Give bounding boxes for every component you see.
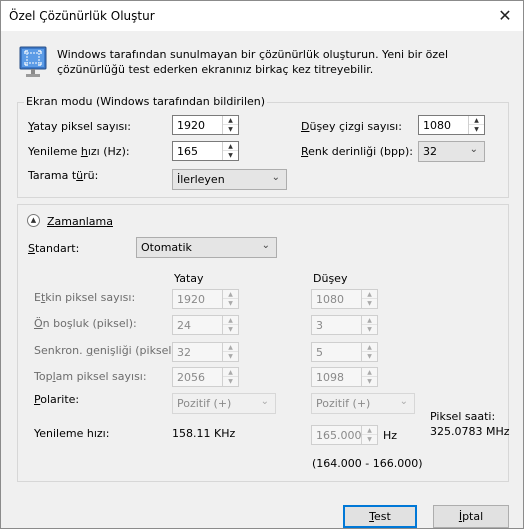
timing-refresh-h-value: 158.11 KHz [172,427,236,440]
horizontal-pixels-value[interactable]: 1920 [177,119,205,132]
stepper-down-icon[interactable]: ▼ [362,325,377,334]
stepper-down-icon[interactable]: ▼ [362,299,377,308]
display-mode-group-title: Ekran modu (Windows tarafından bildirile… [24,95,268,108]
stepper-down-icon[interactable]: ▼ [362,352,377,361]
stepper-up-icon[interactable]: ▲ [223,368,238,377]
dialog-window: Özel Çözünürlük Oluştur ✕ Windows tarafı… [0,0,524,529]
vertical-lines-value[interactable]: 1080 [423,119,451,132]
polarity-h-select[interactable]: Pozitif (+) ⌄ [172,393,276,414]
stepper-up-icon[interactable]: ▲ [223,116,238,125]
stepper-up-icon[interactable]: ▲ [223,343,238,352]
stepper-up-icon[interactable]: ▲ [469,116,484,125]
refresh-rate-value[interactable]: 165 [177,145,198,158]
stepper-down-icon[interactable]: ▼ [362,435,377,444]
stepper-down-icon[interactable]: ▼ [223,151,238,160]
stepper-down-icon[interactable]: ▼ [223,377,238,386]
front-porch-v-stepper[interactable]: 3 ▲ ▼ [311,315,378,335]
stepper-up-icon[interactable]: ▲ [362,368,377,377]
stepper-up-icon[interactable]: ▲ [223,142,238,151]
timing-refresh-v-value[interactable]: 165.000 [316,429,362,442]
stepper-down-icon[interactable]: ▼ [223,352,238,361]
polarity-label: Polarite: [34,393,80,406]
front-porch-h-value[interactable]: 24 [177,319,191,332]
timing-refresh-unit: Hz [383,429,398,442]
active-pixels-label: Etkin piksel sayısı: [34,291,136,304]
active-pixels-v-stepper[interactable]: 1080 ▲ ▼ [311,289,378,309]
cancel-button[interactable]: İptal [433,505,509,528]
sync-width-h-value[interactable]: 32 [177,346,191,359]
standard-select[interactable]: Otomatik ⌄ [136,237,277,258]
monitor-icon [19,46,47,77]
stepper-down-icon[interactable]: ▼ [362,377,377,386]
pixel-clock-label: Piksel saati: [430,410,496,423]
total-pixels-h-stepper[interactable]: 2056 ▲ ▼ [172,367,239,387]
color-depth-label: Renk derinliği (bpp): [301,145,413,158]
chevron-down-icon[interactable]: ⌄ [470,144,478,155]
active-pixels-h-stepper[interactable]: 1920 ▲ ▼ [172,289,239,309]
stepper-up-icon[interactable]: ▲ [362,343,377,352]
active-pixels-h-value[interactable]: 1920 [177,293,205,306]
stepper-up-icon[interactable]: ▲ [223,290,238,299]
total-pixels-v-value[interactable]: 1098 [316,371,344,384]
stepper-down-icon[interactable]: ▼ [223,125,238,134]
total-pixels-v-stepper[interactable]: 1098 ▲ ▼ [311,367,378,387]
polarity-v-select[interactable]: Pozitif (+) ⌄ [311,393,415,414]
title-bar: Özel Çözünürlük Oluştur ✕ [1,1,523,31]
pixel-clock-value: 325.0783 MHz [430,425,510,438]
chevron-down-icon[interactable]: ⌄ [262,240,270,251]
close-icon[interactable]: ✕ [493,4,517,28]
vertical-lines-label: Düşey çizgi sayısı: [301,120,402,133]
scan-type-value[interactable]: İlerleyen [177,173,225,186]
total-pixels-h-value[interactable]: 2056 [177,371,205,384]
horizontal-pixels-stepper[interactable]: 1920 ▲ ▼ [172,115,239,135]
polarity-v-value[interactable]: Pozitif (+) [316,397,370,410]
refresh-rate-label: Yenileme hızı (Hz): [28,145,130,158]
timing-refresh-label: Yenileme hızı: [34,427,110,440]
chevron-down-icon[interactable]: ⌄ [272,172,280,183]
sync-width-v-stepper[interactable]: 5 ▲ ▼ [311,342,378,362]
stepper-down-icon[interactable]: ▼ [223,299,238,308]
stepper-up-icon[interactable]: ▲ [362,426,377,435]
scan-type-label: Tarama türü: [28,169,99,182]
refresh-rate-stepper[interactable]: 165 ▲ ▼ [172,141,239,161]
stepper-down-icon[interactable]: ▼ [223,325,238,334]
color-depth-select[interactable]: 32 ⌄ [418,141,485,162]
collapse-icon[interactable]: ▲ [27,214,40,227]
vertical-lines-stepper[interactable]: 1080 ▲ ▼ [418,115,485,135]
sync-width-v-value[interactable]: 5 [316,346,323,359]
chevron-down-icon[interactable]: ⌄ [261,396,269,407]
timing-refresh-range: (164.000 - 166.000) [312,457,423,470]
color-depth-value[interactable]: 32 [423,145,437,158]
test-button[interactable]: Test [343,505,417,528]
front-porch-v-value[interactable]: 3 [316,319,323,332]
stepper-down-icon[interactable]: ▼ [469,125,484,134]
stepper-up-icon[interactable]: ▲ [223,316,238,325]
standard-value[interactable]: Otomatik [141,241,192,254]
standard-label: Standart: [28,242,80,255]
column-header-vertical: Düşey [313,272,348,285]
total-pixels-label: Toplam piksel sayısı: [34,370,147,383]
scan-type-select[interactable]: İlerleyen ⌄ [172,169,287,190]
front-porch-label: Ön boşluk (piksel): [34,317,137,330]
info-text: Windows tarafından sunulmayan bir çözünü… [57,48,448,76]
polarity-h-value[interactable]: Pozitif (+) [177,397,231,410]
timing-refresh-v-stepper[interactable]: 165.000 ▲ ▼ [311,425,378,445]
stepper-up-icon[interactable]: ▲ [362,316,377,325]
stepper-up-icon[interactable]: ▲ [362,290,377,299]
sync-width-label: Senkron. genişliği (piksel): [34,344,180,357]
front-porch-h-stepper[interactable]: 24 ▲ ▼ [172,315,239,335]
horizontal-pixels-label: Yatay piksel sayısı: [28,120,132,133]
timing-toggle-label[interactable]: Zamanlama [47,215,113,228]
sync-width-h-stepper[interactable]: 32 ▲ ▼ [172,342,239,362]
window-title: Özel Çözünürlük Oluştur [9,9,155,23]
chevron-down-icon[interactable]: ⌄ [400,396,408,407]
active-pixels-v-value[interactable]: 1080 [316,293,344,306]
column-header-horizontal: Yatay [174,272,204,285]
